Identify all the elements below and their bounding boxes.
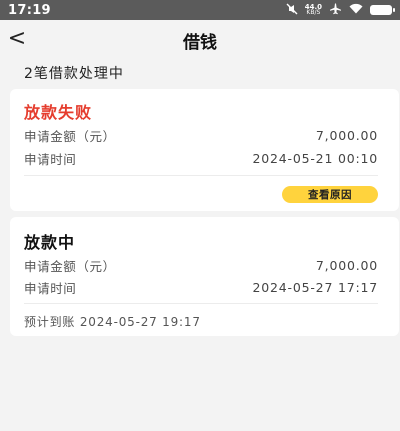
loan-card-processing: 放款中 申请金额（元） 7,000.00 申请时间 2024-05-27 17:… (10, 217, 399, 336)
mute-icon (286, 3, 298, 18)
status-icons: 44.0 KB/S (286, 3, 395, 18)
network-speed: 44.0 KB/S (305, 4, 322, 16)
time-row: 申请时间 2024-05-27 17:17 (24, 278, 378, 297)
amount-row: 申请金额（元） 7,000.00 (24, 126, 378, 145)
amount-label: 申请金额（元） (24, 259, 116, 274)
view-reason-button[interactable]: 查看原因 (282, 186, 378, 203)
battery-icon (370, 5, 395, 15)
time-label: 申请时间 (24, 152, 77, 167)
eta-label: 预计到账 (24, 315, 76, 329)
time-label: 申请时间 (24, 281, 77, 296)
speed-unit: KB/S (306, 9, 321, 16)
loan-status: 放款失败 (24, 103, 93, 122)
status-time: 17:19 (8, 2, 51, 18)
divider (24, 175, 378, 176)
amount-row: 申请金额（元） 7,000.00 (24, 256, 378, 275)
status-bar: 17:19 44.0 KB/S (0, 0, 400, 20)
wifi-icon (349, 3, 363, 17)
time-value: 2024-05-27 17:17 (252, 280, 378, 295)
page-title: 借钱 (183, 32, 217, 53)
loan-summary: 2笔借款处理中 (24, 66, 124, 82)
amount-value: 7,000.00 (315, 258, 378, 273)
estimated-arrival: 预计到账 2024-05-27 19:17 (24, 313, 201, 330)
back-icon[interactable]: < (6, 26, 28, 54)
time-value: 2024-05-21 00:10 (252, 151, 378, 166)
nav-header: < 借钱 (0, 20, 400, 60)
time-row: 申请时间 2024-05-21 00:10 (24, 149, 378, 168)
loan-card-failed: 放款失败 申请金额（元） 7,000.00 申请时间 2024-05-21 00… (10, 89, 399, 211)
amount-label: 申请金额（元） (24, 129, 116, 144)
amount-value: 7,000.00 (315, 128, 378, 143)
eta-value: 2024-05-27 19:17 (79, 315, 201, 329)
divider (24, 303, 378, 304)
loan-status: 放款中 (24, 233, 76, 252)
airplane-icon (329, 3, 342, 18)
